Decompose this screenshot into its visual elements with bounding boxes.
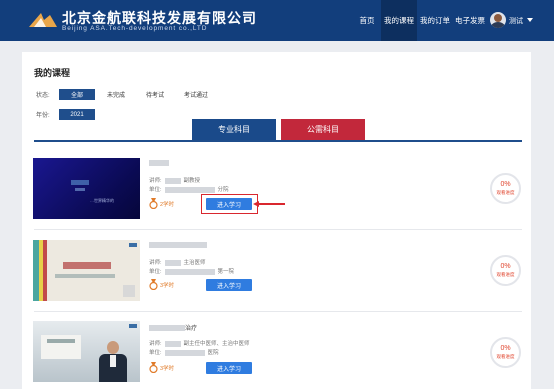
- progress-percent: 0%: [500, 345, 511, 352]
- status-option-incomplete[interactable]: 未完成: [102, 89, 130, 100]
- company-logo-icon: [29, 13, 57, 27]
- company-name-en: Beijing ASA.Tech-development co.,LTD: [62, 25, 208, 32]
- status-option-all[interactable]: 全部: [59, 89, 95, 100]
- course-lecturer: 讲师: 主治医师: [149, 259, 206, 266]
- progress-percent: 0%: [500, 263, 511, 270]
- status-filter-label: 状态:: [36, 93, 50, 99]
- user-avatar[interactable]: [490, 12, 506, 28]
- course-lecturer: 讲师: 副教授: [149, 177, 201, 184]
- course-title: [149, 160, 169, 167]
- annotation-arrow-icon: [253, 201, 259, 207]
- user-name[interactable]: 测试: [509, 16, 523, 26]
- course-lecturer: 讲师: 副主任中医师、主治中医师: [149, 340, 250, 347]
- progress-circle: 0% 观看进度: [490, 173, 521, 204]
- progress-label: 观看进度: [496, 354, 515, 359]
- course-hours: 2学时: [160, 202, 175, 208]
- top-header: 北京金航联科技发展有限公司 Beijing ASA.Tech-developme…: [0, 0, 554, 41]
- course-unit: 单位: 医院: [149, 349, 219, 356]
- tab-underline: [34, 140, 522, 142]
- progress-percent: 0%: [500, 181, 511, 188]
- year-option-2021[interactable]: 2021: [59, 109, 95, 120]
- progress-circle: 0% 观看进度: [490, 255, 521, 286]
- course-hours: 3学时: [160, 366, 175, 372]
- nav-e-invoice[interactable]: 电子发票: [453, 0, 487, 41]
- annotation-highlight-box: [201, 194, 258, 214]
- medal-icon: [149, 279, 158, 290]
- nav-home[interactable]: 首页: [353, 0, 381, 41]
- progress-label: 观看进度: [496, 190, 515, 195]
- course-title: 治疗: [149, 323, 197, 332]
- progress-circle: 0% 观看进度: [490, 337, 521, 368]
- my-courses-panel: 我的课程 状态: 全部 未完成 待考试 考试通过 年份: 2021 专业科目 公…: [22, 52, 531, 389]
- enter-study-button[interactable]: 进入学习: [206, 362, 252, 374]
- year-filter-label: 年份:: [36, 113, 50, 119]
- nav-my-orders[interactable]: 我的订单: [417, 0, 453, 41]
- course-thumbnail[interactable]: [33, 240, 140, 301]
- annotation-arrow-line: [259, 203, 285, 205]
- course-unit: 单位: 第一院: [149, 268, 235, 275]
- nav-my-courses[interactable]: 我的课程: [381, 0, 417, 41]
- page-title: 我的课程: [34, 68, 71, 78]
- chevron-down-icon[interactable]: [527, 18, 533, 22]
- status-option-exam-passed[interactable]: 考试通过: [179, 89, 213, 100]
- progress-label: 观看进度: [496, 272, 515, 277]
- thumbnail-caption: …世界精华的: [90, 198, 114, 203]
- row-divider: [34, 229, 522, 230]
- medal-icon: [149, 198, 158, 209]
- tab-professional-subjects[interactable]: 专业科目: [192, 119, 276, 140]
- status-option-pending-exam[interactable]: 待考试: [141, 89, 169, 100]
- course-title: [149, 242, 207, 249]
- course-hours: 3学时: [160, 283, 175, 289]
- course-thumbnail[interactable]: [33, 321, 140, 382]
- medal-icon: [149, 362, 158, 373]
- course-unit: 单位: 分院: [149, 186, 229, 193]
- course-thumbnail[interactable]: …世界精华的: [33, 158, 140, 219]
- row-divider: [34, 311, 522, 312]
- tab-public-subjects[interactable]: 公需科目: [281, 119, 365, 140]
- enter-study-button[interactable]: 进入学习: [206, 279, 252, 291]
